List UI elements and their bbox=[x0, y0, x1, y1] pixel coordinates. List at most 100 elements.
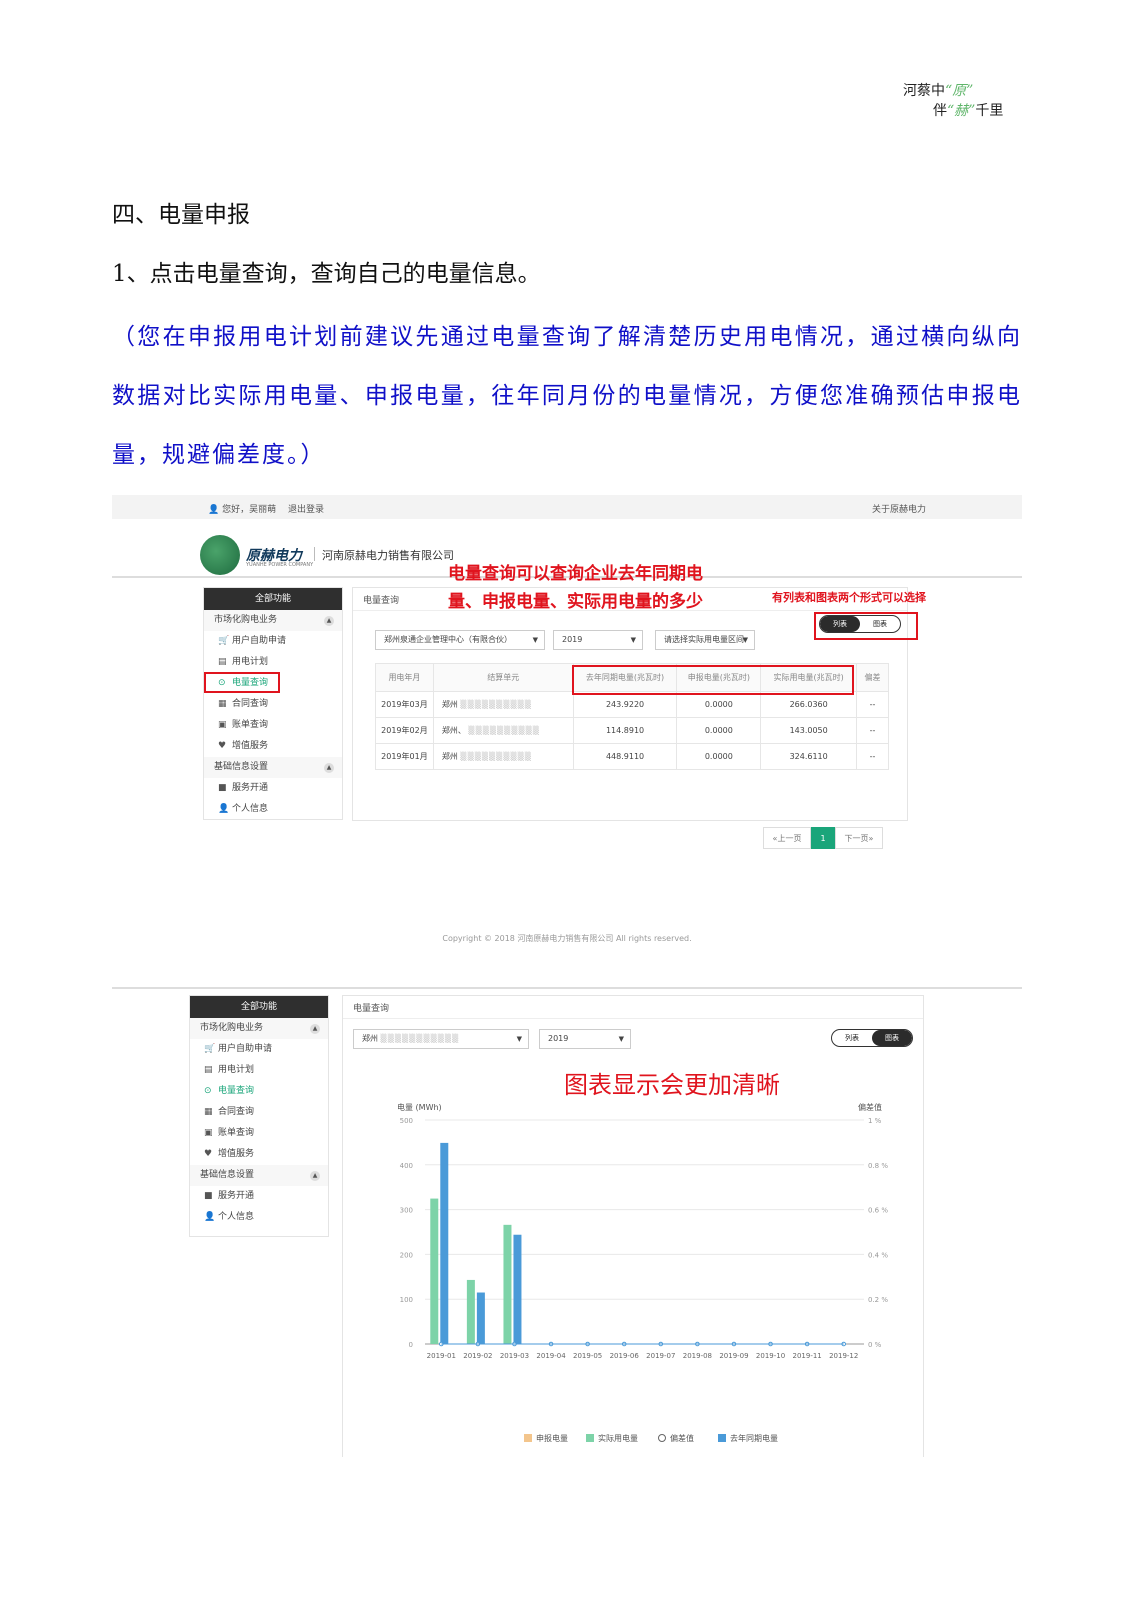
section-heading: 四、电量申报 bbox=[112, 202, 250, 228]
globe-logo-icon bbox=[200, 535, 240, 575]
cell-deviation: -- bbox=[856, 743, 889, 770]
next-page-button[interactable]: 下一页» bbox=[835, 827, 883, 849]
annotation-main: 电量查询可以查询企业去年同期电 量、申报电量、实际用电量的多少 bbox=[448, 560, 703, 616]
logout-link[interactable]: 退出登录 bbox=[288, 502, 324, 515]
grid-icon: ■ bbox=[218, 783, 227, 793]
cell-declared: 0.0000 bbox=[676, 717, 762, 744]
table-row: 2019年02月 郑州、 ▒▒▒▒▒▒▒▒▒▒ 114.8910 0.0000 … bbox=[375, 717, 889, 744]
annotation-toggle: 有列表和图表两个形式可以选择 bbox=[772, 591, 926, 604]
legend-swatch bbox=[586, 1434, 594, 1442]
bar-last-year bbox=[476, 1292, 485, 1344]
y2-tick-label: 0.4 % bbox=[868, 1251, 888, 1259]
cell-month: 2019年02月 bbox=[375, 717, 434, 744]
unit-text: 郑州 bbox=[441, 700, 458, 709]
blurred-text: ▒▒▒▒▒▒▒▒▒▒ bbox=[460, 700, 532, 709]
item-label: 用电计划 bbox=[232, 657, 269, 667]
brand-subname: YUANHE POWER COMPANY bbox=[246, 562, 314, 568]
cell-actual: 266.0360 bbox=[760, 691, 858, 718]
legend-swatch bbox=[718, 1434, 726, 1442]
bar-actual bbox=[466, 1279, 475, 1344]
cell-unit: 郑州、 ▒▒▒▒▒▒▒▒▒▒ bbox=[432, 717, 574, 744]
item-label: 账单查询 bbox=[232, 720, 269, 730]
about-link[interactable]: 关于原赫电力 bbox=[872, 502, 926, 515]
sidebar: 全部功能 市场化购电业务 ▲ 🛒 用户自助申请 ▤ 用电计划 ⊙ 电量查询 ▦ 合同查询 … bbox=[203, 587, 343, 820]
bar-chart: 电量 (MWh) 偏差值 0 0 % 100 0.2 % 200 0.4 % 300 0.6 % 4… bbox=[397, 1102, 888, 1360]
legend-last-year: 去年同期电量 bbox=[718, 1433, 778, 1444]
x-tick-label: 2019-04 bbox=[536, 1352, 566, 1360]
chevron-down-icon: ▼ bbox=[630, 636, 636, 644]
logo-text: 河蔡中 bbox=[903, 83, 945, 99]
cart-icon: 🛒 bbox=[218, 636, 230, 646]
highlight-toggle bbox=[814, 612, 918, 640]
brand-divider bbox=[314, 547, 315, 561]
y2-tick-label: 1 % bbox=[868, 1117, 882, 1125]
x-tick-label: 2019-05 bbox=[573, 1352, 602, 1360]
bar-last-year bbox=[440, 1142, 449, 1344]
range-select[interactable]: 请选择实际用电量区间 ▼ bbox=[655, 630, 755, 650]
legend-label: 去年同期电量 bbox=[730, 1434, 778, 1443]
sidebar-item-profile[interactable]: 👤 个人信息 bbox=[204, 799, 342, 820]
x-tick-label: 2019-01 bbox=[427, 1352, 456, 1360]
legend-swatch bbox=[524, 1434, 532, 1442]
chevron-down-icon: ▼ bbox=[532, 636, 538, 644]
greeting-text: 您好，吴丽萌 bbox=[222, 505, 277, 515]
unit-text: 郑州、 bbox=[441, 726, 466, 735]
sidebar-item-self-apply[interactable]: 🛒 用户自助申请 bbox=[204, 631, 342, 652]
legend-label: 申报电量 bbox=[536, 1434, 568, 1443]
document-icon: ▤ bbox=[218, 657, 227, 667]
blurred-text: ▒▒▒▒▒▒▒▒▒▒ bbox=[460, 752, 532, 761]
sidebar-header: 全部功能 bbox=[204, 588, 342, 610]
sidebar-item-service[interactable]: ■ 服务开通 bbox=[204, 778, 342, 799]
highlight-columns bbox=[572, 665, 854, 695]
table-row: 2019年01月 郑州 ▒▒▒▒▒▒▒▒▒▒ 448.9110 0.0000 3… bbox=[375, 743, 889, 770]
item-label: 增值服务 bbox=[232, 741, 269, 751]
company-name: 河南原赫电力销售有限公司 bbox=[322, 549, 454, 562]
select-value: 郑州泉通企业管理中心（有限合伙） bbox=[384, 635, 512, 644]
collapse-icon[interactable]: ▲ bbox=[324, 763, 334, 773]
cell-last-year: 448.9110 bbox=[572, 743, 678, 770]
panel-title: 电量查询 bbox=[363, 596, 400, 606]
x-tick-label: 2019-08 bbox=[683, 1352, 712, 1360]
page-1-button[interactable]: 1 bbox=[811, 827, 835, 849]
advice-note: （您在申报用电计划前建议先通过电量查询了解清楚历史用电情况，通过横向纵向数据对比… bbox=[112, 324, 1022, 468]
bill-icon: ▣ bbox=[218, 720, 227, 730]
cell-month: 2019年01月 bbox=[375, 743, 434, 770]
x-tick-label: 2019-03 bbox=[500, 1352, 529, 1360]
logo-text: 千里 bbox=[975, 103, 1004, 119]
y2-tick-label: 0.6 % bbox=[868, 1207, 888, 1215]
sidebar-item-bill[interactable]: ▣ 账单查询 bbox=[204, 715, 342, 736]
item-label: 合同查询 bbox=[232, 699, 269, 709]
y2-axis-label: 偏差值 bbox=[858, 1102, 882, 1112]
legend-label: 实际用电量 bbox=[598, 1434, 638, 1443]
cell-unit: 郑州 ▒▒▒▒▒▒▒▒▒▒ bbox=[432, 691, 574, 718]
sidebar-item-contract[interactable]: ▦ 合同查询 bbox=[204, 694, 342, 715]
col-deviation: 偏差 bbox=[856, 663, 889, 692]
collapse-icon[interactable]: ▲ bbox=[324, 616, 334, 626]
bar-last-year bbox=[513, 1234, 522, 1344]
screenshot-chart-view: 全部功能 市场化购电业务 ▲ 🛒 用户自助申请 ▤ 用电计划 ⊙ 电量查询 ▦ 合同查询 … bbox=[112, 987, 1022, 1457]
logo-text: 伴 bbox=[933, 103, 947, 119]
prev-page-button[interactable]: «上一页 bbox=[763, 827, 811, 849]
top-bar: 👤 您好，吴丽萌 退出登录 关于原赫电力 bbox=[112, 495, 1022, 519]
person-icon: 👤 bbox=[218, 804, 230, 814]
screenshot-list-view: 👤 您好，吴丽萌 退出登录 关于原赫电力 原赫电力 YUANHE POWER C… bbox=[112, 495, 1022, 973]
sidebar-item-value-added[interactable]: ♥ 增值服务 bbox=[204, 736, 342, 757]
cell-declared: 0.0000 bbox=[676, 743, 762, 770]
user-icon: 👤 bbox=[208, 505, 223, 515]
company-select[interactable]: 郑州泉通企业管理中心（有限合伙） ▼ bbox=[375, 630, 545, 650]
annotation-line: 电量查询可以查询企业去年同期电 bbox=[448, 564, 703, 584]
logo-text: “原” bbox=[945, 83, 974, 99]
x-tick-label: 2019-12 bbox=[829, 1352, 858, 1360]
sidebar-group-basic[interactable]: 基础信息设置 ▲ bbox=[204, 757, 342, 778]
cell-declared: 0.0000 bbox=[676, 691, 762, 718]
annotation-line: 量、申报电量、实际用电量的多少 bbox=[448, 592, 703, 612]
year-select[interactable]: 2019 ▼ bbox=[553, 630, 643, 650]
col-month: 用电年月 bbox=[375, 663, 434, 692]
chart-bars bbox=[430, 1142, 847, 1347]
chevron-down-icon: ▼ bbox=[742, 636, 748, 644]
y2-tick-label: 0.8 % bbox=[868, 1162, 888, 1170]
y2-tick-label: 0 % bbox=[868, 1341, 882, 1349]
sidebar-item-plan[interactable]: ▤ 用电计划 bbox=[204, 652, 342, 673]
highlight-query-item bbox=[204, 672, 280, 693]
sidebar-group-market[interactable]: 市场化购电业务 ▲ bbox=[204, 610, 342, 631]
